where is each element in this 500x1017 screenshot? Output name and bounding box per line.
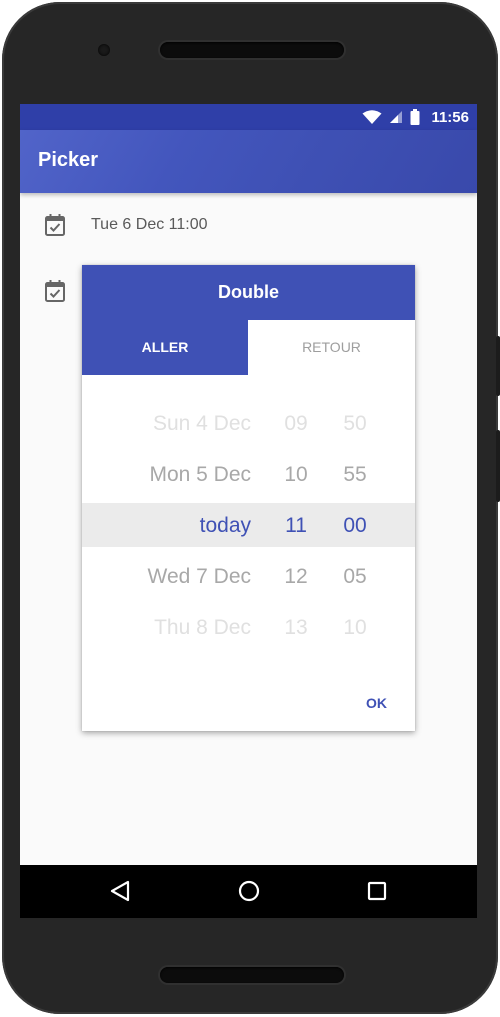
navigation-bar	[20, 865, 477, 918]
date-row-1-text: Tue 6 Dec 11:00	[91, 216, 208, 233]
recents-button[interactable]	[347, 865, 407, 918]
wheel-row[interactable]: Wed 7 Dec 12 05	[82, 553, 415, 604]
wheel-minute: 05	[343, 565, 367, 588]
status-time: 11:56	[431, 108, 469, 126]
wheel-minute: 10	[343, 616, 367, 639]
calendar-check-icon	[45, 214, 65, 236]
wheel-hour: 10	[284, 463, 308, 486]
wifi-icon	[362, 109, 382, 124]
wheel-day: Wed 7 Dec	[147, 565, 252, 588]
wheel-row[interactable]: Thu 8 Dec 13 10	[82, 604, 415, 655]
wheel-day: Mon 5 Dec	[149, 463, 251, 486]
app-title: Picker	[38, 149, 99, 171]
wheel-minute-selected: 00	[343, 514, 367, 537]
wheel-hour: 13	[284, 616, 308, 639]
home-button[interactable]	[219, 865, 279, 918]
dialog-title: Double	[82, 265, 415, 320]
recents-square-icon	[367, 881, 387, 901]
bottom-speaker	[160, 967, 344, 983]
earpiece-speaker	[160, 42, 344, 58]
wheel-hour: 12	[284, 565, 308, 588]
status-bar: 11:56	[20, 104, 477, 130]
wheel-day: Thu 8 Dec	[154, 616, 251, 639]
back-triangle-icon	[110, 880, 130, 902]
wheel-row[interactable]: Mon 5 Dec 10 55	[82, 451, 415, 502]
wheel-hour-selected: 11	[285, 514, 307, 537]
front-camera	[98, 44, 110, 56]
wheel-row[interactable]: Sun 4 Dec 09 50	[82, 400, 415, 451]
calendar-check-icon	[45, 280, 65, 302]
screen: 11:56 Picker Tue 6 Dec 11:00 Double ALLE…	[20, 104, 477, 916]
wheel-day: Sun 4 Dec	[152, 412, 251, 435]
date-row-1[interactable]: Tue 6 Dec 11:00	[20, 203, 477, 247]
home-circle-icon	[238, 880, 260, 902]
power-button	[496, 430, 500, 502]
wheel-day-selected: today	[199, 514, 251, 537]
tab-aller[interactable]: ALLER	[82, 320, 248, 375]
wheel-minute: 55	[343, 463, 367, 486]
battery-icon	[410, 109, 420, 125]
tab-retour[interactable]: RETOUR	[248, 320, 415, 375]
picker-dialog: Double ALLER RETOUR Sun 4 Dec 09 50 Mon …	[82, 265, 415, 731]
app-bar: Picker	[20, 130, 477, 193]
cell-signal-icon	[390, 111, 403, 123]
volume-button	[496, 336, 500, 396]
back-button[interactable]	[90, 865, 150, 918]
date-time-wheel[interactable]: Sun 4 Dec 09 50 Mon 5 Dec 10 55 today 11…	[82, 400, 415, 656]
wheel-row-selected[interactable]: today 11 00	[82, 502, 415, 553]
wheel-minute: 50	[343, 412, 367, 435]
wheel-hour: 09	[284, 412, 308, 435]
ok-button[interactable]: OK	[366, 695, 387, 711]
